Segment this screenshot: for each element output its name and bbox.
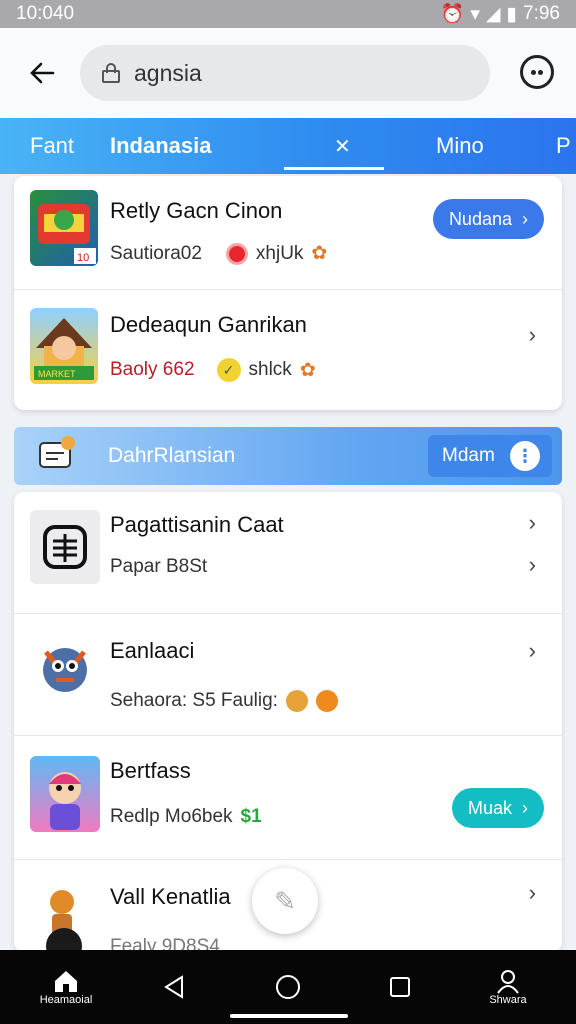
- status-bar: 10:040 ⏰ ▾ ◢ ▮ 7:96: [0, 0, 576, 28]
- app-icon: [30, 510, 100, 584]
- home-icon: [55, 971, 77, 992]
- app-icon: [30, 756, 100, 832]
- muak-button[interactable]: Muak ›: [451, 788, 544, 828]
- chevron-right-icon: ›: [522, 797, 528, 818]
- navigation-bar: Heamaoial Shwara: [0, 950, 576, 1024]
- chevron-right-icon: ›: [528, 322, 536, 347]
- app-title: Pagattisanin Caat: [110, 512, 284, 537]
- app-title: Bertfass: [110, 758, 191, 783]
- chevron-right-icon: ›: [528, 510, 536, 535]
- list-item[interactable]: 10 Retly Gacn Cinon Sautiora02 xhjUk ✿ N…: [14, 176, 562, 290]
- app-icon: MARKET: [30, 308, 98, 384]
- tab-fant[interactable]: Fant: [30, 118, 74, 174]
- nav-profile[interactable]: Shwara: [478, 950, 538, 1024]
- chevron-right-icon: ›: [528, 552, 536, 577]
- nav-home-circle[interactable]: [266, 950, 310, 1024]
- chat-button[interactable]: [520, 55, 554, 89]
- circle-home-icon: [276, 975, 300, 999]
- leaf-icon: ✿: [311, 243, 328, 264]
- tab-mino[interactable]: Mino: [436, 118, 484, 174]
- lock-icon: [102, 63, 120, 83]
- floating-action-button[interactable]: ✎: [252, 868, 318, 934]
- active-tab-indicator: [284, 167, 384, 170]
- app-icon: [30, 636, 100, 706]
- yellow-check-icon: ✓: [216, 358, 241, 382]
- status-clock: 7:96: [523, 3, 560, 24]
- section-header: DahrRlansian Mdam ⋮: [14, 427, 562, 485]
- tab-p[interactable]: P: [556, 118, 571, 174]
- square-recents-icon: [390, 977, 410, 997]
- tab-bar: Fant Indanasia ✕ Mino P: [0, 118, 576, 174]
- gesture-handle: [230, 1014, 348, 1018]
- nav-home[interactable]: Heamaoial: [30, 950, 102, 1024]
- tab-indanasia[interactable]: Indanasia: [110, 118, 211, 174]
- app-subtitle: Baoly 662 ✓ shlck ✿: [110, 358, 316, 382]
- search-query: agnsia: [134, 59, 202, 86]
- pencil-icon: ✎: [274, 885, 296, 916]
- status-icons: ⏰ ▾ ◢ ▮ 7:96: [441, 2, 560, 26]
- svg-text:10: 10: [77, 252, 89, 264]
- search-input[interactable]: agnsia: [80, 45, 490, 101]
- signal-icon: ◢: [485, 3, 501, 25]
- app-icon: 10: [30, 190, 98, 266]
- tab-close[interactable]: ✕: [334, 118, 351, 174]
- back-button[interactable]: [18, 49, 66, 97]
- nav-recents[interactable]: [378, 950, 422, 1024]
- top-app-bar: agnsia: [0, 28, 576, 118]
- alarm-icon: ⏰: [440, 4, 465, 25]
- info-dot-icon: ⋮: [510, 441, 540, 471]
- app-subtitle: Sehaora: S5 Faulig:: [110, 690, 338, 712]
- app-icon: [30, 880, 100, 952]
- list-item[interactable]: MARKET Dedeaqun Ganrikan Baoly 662 ✓ shl…: [14, 290, 562, 408]
- coin-icon: [285, 690, 308, 712]
- chevron-right-icon: ›: [522, 208, 528, 229]
- app-subtitle: Sautiora02 xhjUk ✿: [110, 242, 328, 265]
- status-time: 10:040: [16, 3, 75, 24]
- app-subtitle: Redlp Mo6bek $1: [110, 806, 262, 827]
- chevron-right-icon: ›: [528, 880, 536, 905]
- list-item[interactable]: Bertfass Redlp Mo6bek $1 Muak ›: [14, 736, 562, 860]
- app-subtitle: Papar B8St: [110, 556, 208, 577]
- nudana-button[interactable]: Nudana ›: [432, 199, 544, 239]
- list-item[interactable]: Pagattisanin Caat Papar B8St › ›: [14, 492, 562, 614]
- triangle-back-icon: [164, 975, 183, 999]
- app-title: Eanlaaci: [110, 638, 195, 663]
- chat-sticker-icon: [36, 433, 80, 477]
- wifi-icon: ▾: [470, 3, 480, 25]
- app-title: Dedeaqun Ganrikan: [110, 312, 307, 337]
- battery-icon: ▮: [506, 3, 518, 25]
- red-dot-icon: [225, 242, 248, 265]
- app-title: Vall Kenatlia: [110, 884, 231, 909]
- arrow-left-icon: [30, 62, 55, 84]
- app-title: Retly Gacn Cinon: [110, 198, 283, 223]
- chevron-right-icon: ›: [528, 638, 536, 663]
- featured-card: 10 Retly Gacn Cinon Sautiora02 xhjUk ✿ N…: [14, 176, 562, 410]
- person-icon: [497, 970, 519, 994]
- svg-text:MARKET: MARKET: [38, 369, 76, 379]
- section-title: DahrRlansian: [108, 444, 236, 467]
- nav-back[interactable]: [152, 950, 196, 1024]
- mdam-button[interactable]: Mdam ⋮: [428, 435, 552, 477]
- list-item[interactable]: Eanlaaci Sehaora: S5 Faulig: ›: [14, 614, 562, 736]
- leaf-icon: ✿: [299, 359, 316, 381]
- coin-icon: [315, 690, 338, 712]
